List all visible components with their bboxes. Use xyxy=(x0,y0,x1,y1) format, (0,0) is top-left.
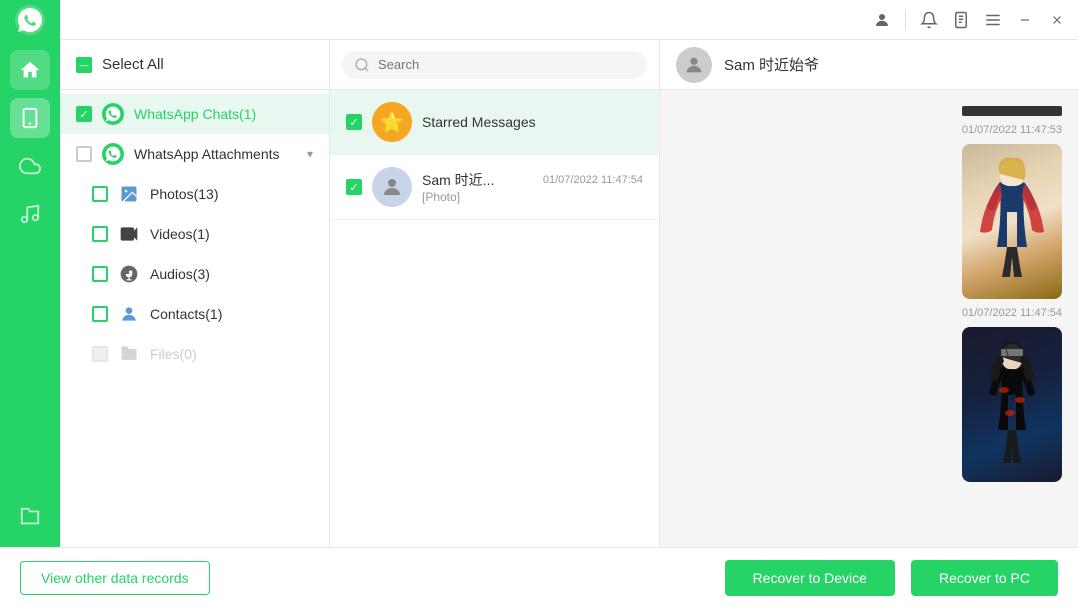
anime-char-2-svg xyxy=(972,335,1052,475)
whatsapp-attachments-icon xyxy=(102,143,124,165)
window-controls xyxy=(873,10,1066,30)
message-image-1 xyxy=(962,144,1062,299)
videos-icon xyxy=(118,223,140,245)
sidebar-item-list: WhatsApp Chats(1) WhatsApp Attachments ▾ xyxy=(60,90,329,547)
main-layout: Select All WhatsApp Chats(1) xyxy=(0,40,1078,547)
sam-avatar xyxy=(372,167,412,207)
bell-icon[interactable] xyxy=(920,11,938,29)
files-label: Files(0) xyxy=(150,346,313,362)
message-area: 01/07/2022 11:47:53 xyxy=(660,90,1078,547)
sidebar-item-whatsapp-attachments[interactable]: WhatsApp Attachments ▾ xyxy=(60,134,329,174)
search-icon xyxy=(354,57,370,73)
contacts-checkbox[interactable] xyxy=(92,306,108,322)
message-image-2 xyxy=(962,327,1062,482)
audios-checkbox[interactable] xyxy=(92,266,108,282)
sidebar: Select All WhatsApp Chats(1) xyxy=(60,40,330,547)
sam-chat-name: Sam 时近... xyxy=(422,170,494,190)
dark-scroll-indicator xyxy=(962,106,1062,116)
expand-arrow-icon: ▾ xyxy=(307,147,313,161)
whatsapp-chats-checkbox[interactable] xyxy=(76,106,92,122)
right-panel: Sam 时近始爷 01/07/2022 11:47:53 xyxy=(660,40,1078,547)
sam-chat-checkbox[interactable] xyxy=(346,179,362,195)
message-timestamp-2: 01/07/2022 11:47:54 xyxy=(676,307,1062,319)
right-header: Sam 时近始爷 xyxy=(660,40,1078,90)
star-badge-icon: ⭐ xyxy=(372,102,412,142)
videos-checkbox[interactable] xyxy=(92,226,108,242)
minimize-icon[interactable] xyxy=(1016,11,1034,29)
view-other-data-button[interactable]: View other data records xyxy=(20,561,210,595)
chat-list: ⭐ Starred Messages Sam 时近... 01/07/2022 … xyxy=(330,90,659,547)
audios-icon xyxy=(118,263,140,285)
select-all-checkbox[interactable] xyxy=(76,57,92,73)
sidebar-item-contacts[interactable]: Contacts(1) xyxy=(60,294,329,334)
contact-avatar xyxy=(676,47,712,83)
audios-label: Audios(3) xyxy=(150,266,313,282)
user-profile-icon[interactable] xyxy=(873,11,891,29)
sam-chat-info: Sam 时近... 01/07/2022 11:47:54 [Photo] xyxy=(422,170,643,204)
app-logo-area xyxy=(0,0,60,40)
close-icon[interactable] xyxy=(1048,11,1066,29)
files-icon xyxy=(118,343,140,365)
contacts-icon xyxy=(118,303,140,325)
nav-home-icon[interactable] xyxy=(10,50,50,90)
nav-files-icon[interactable] xyxy=(10,497,50,537)
whatsapp-attachments-label: WhatsApp Attachments xyxy=(134,146,297,162)
contact-name: Sam 时近始爷 xyxy=(724,54,819,75)
sidebar-item-photos[interactable]: Photos(13) xyxy=(60,174,329,214)
sam-chat-preview: [Photo] xyxy=(422,190,643,204)
starred-messages-item[interactable]: ⭐ Starred Messages xyxy=(330,90,659,155)
search-input-wrap[interactable] xyxy=(342,51,647,79)
recover-to-device-button[interactable]: Recover to Device xyxy=(725,560,895,596)
photos-label: Photos(13) xyxy=(150,186,313,202)
sam-chat-time: 01/07/2022 11:47:54 xyxy=(543,174,643,186)
videos-label: Videos(1) xyxy=(150,226,313,242)
menu-icon[interactable] xyxy=(984,11,1002,29)
whatsapp-attachments-checkbox[interactable] xyxy=(76,146,92,162)
title-bar xyxy=(0,0,1078,40)
middle-panel: ⭐ Starred Messages Sam 时近... 01/07/2022 … xyxy=(330,40,660,547)
select-all-label: Select All xyxy=(102,56,313,73)
sidebar-item-audios[interactable]: Audios(3) xyxy=(60,254,329,294)
whatsapp-chats-label: WhatsApp Chats(1) xyxy=(134,106,313,122)
left-nav xyxy=(0,40,60,547)
photos-icon xyxy=(118,183,140,205)
document-icon[interactable] xyxy=(952,11,970,29)
footer: View other data records Recover to Devic… xyxy=(0,547,1078,607)
search-input[interactable] xyxy=(378,57,635,72)
sidebar-item-whatsapp-chats[interactable]: WhatsApp Chats(1) xyxy=(60,94,329,134)
anime-char-1-svg xyxy=(972,152,1052,292)
starred-messages-label: Starred Messages xyxy=(422,114,643,130)
message-timestamp-1: 01/07/2022 11:47:53 xyxy=(676,124,1062,136)
whatsapp-logo-icon xyxy=(14,4,46,36)
nav-cloud-icon[interactable] xyxy=(10,146,50,186)
starred-messages-checkbox[interactable] xyxy=(346,114,362,130)
starred-messages-info: Starred Messages xyxy=(422,114,643,130)
whatsapp-chats-icon xyxy=(102,103,124,125)
photos-checkbox[interactable] xyxy=(92,186,108,202)
divider xyxy=(905,10,906,30)
select-all-row[interactable]: Select All xyxy=(60,40,329,90)
sidebar-item-files[interactable]: Files(0) xyxy=(60,334,329,374)
contacts-label: Contacts(1) xyxy=(150,306,313,322)
sidebar-item-videos[interactable]: Videos(1) xyxy=(60,214,329,254)
nav-device-icon[interactable] xyxy=(10,98,50,138)
files-checkbox[interactable] xyxy=(92,346,108,362)
search-bar xyxy=(330,40,659,90)
recover-to-pc-button[interactable]: Recover to PC xyxy=(911,560,1058,596)
nav-music-icon[interactable] xyxy=(10,194,50,234)
sam-chat-item[interactable]: Sam 时近... 01/07/2022 11:47:54 [Photo] xyxy=(330,155,659,220)
